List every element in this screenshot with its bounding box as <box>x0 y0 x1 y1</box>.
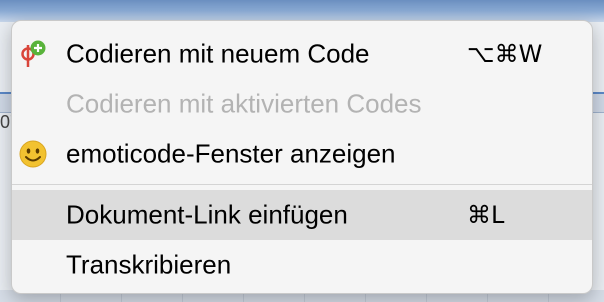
menu-item-shortcut: ⌘L <box>467 201 505 229</box>
smiley-icon <box>18 139 48 169</box>
menu-item-emoticode-window[interactable]: emoticode-Fenster anzeigen <box>12 129 592 179</box>
menu-item-label: Codieren mit aktivierten Codes <box>66 88 422 119</box>
code-plus-icon <box>18 39 48 69</box>
menu-item-label: emoticode-Fenster anzeigen <box>66 138 396 169</box>
menu-item-label: Dokument-Link einfügen <box>66 199 348 230</box>
menu-separator <box>12 184 592 185</box>
background-waveform <box>0 0 604 22</box>
menu-item-label: Transkribieren <box>66 249 232 280</box>
menu-item-code-activated: Codieren mit aktivierten Codes <box>12 79 592 129</box>
menu-item-label: Codieren mit neuem Code <box>66 38 370 69</box>
menu-item-shortcut: ⌥⌘W <box>467 40 543 68</box>
menu-item-insert-document-link[interactable]: Dokument-Link einfügen ⌘L <box>12 190 592 240</box>
menu-item-transcribe[interactable]: Transkribieren <box>12 240 592 290</box>
menu-item-code-new[interactable]: Codieren mit neuem Code ⌥⌘W <box>12 29 592 79</box>
context-menu: Codieren mit neuem Code ⌥⌘W Codieren mit… <box>11 20 593 294</box>
